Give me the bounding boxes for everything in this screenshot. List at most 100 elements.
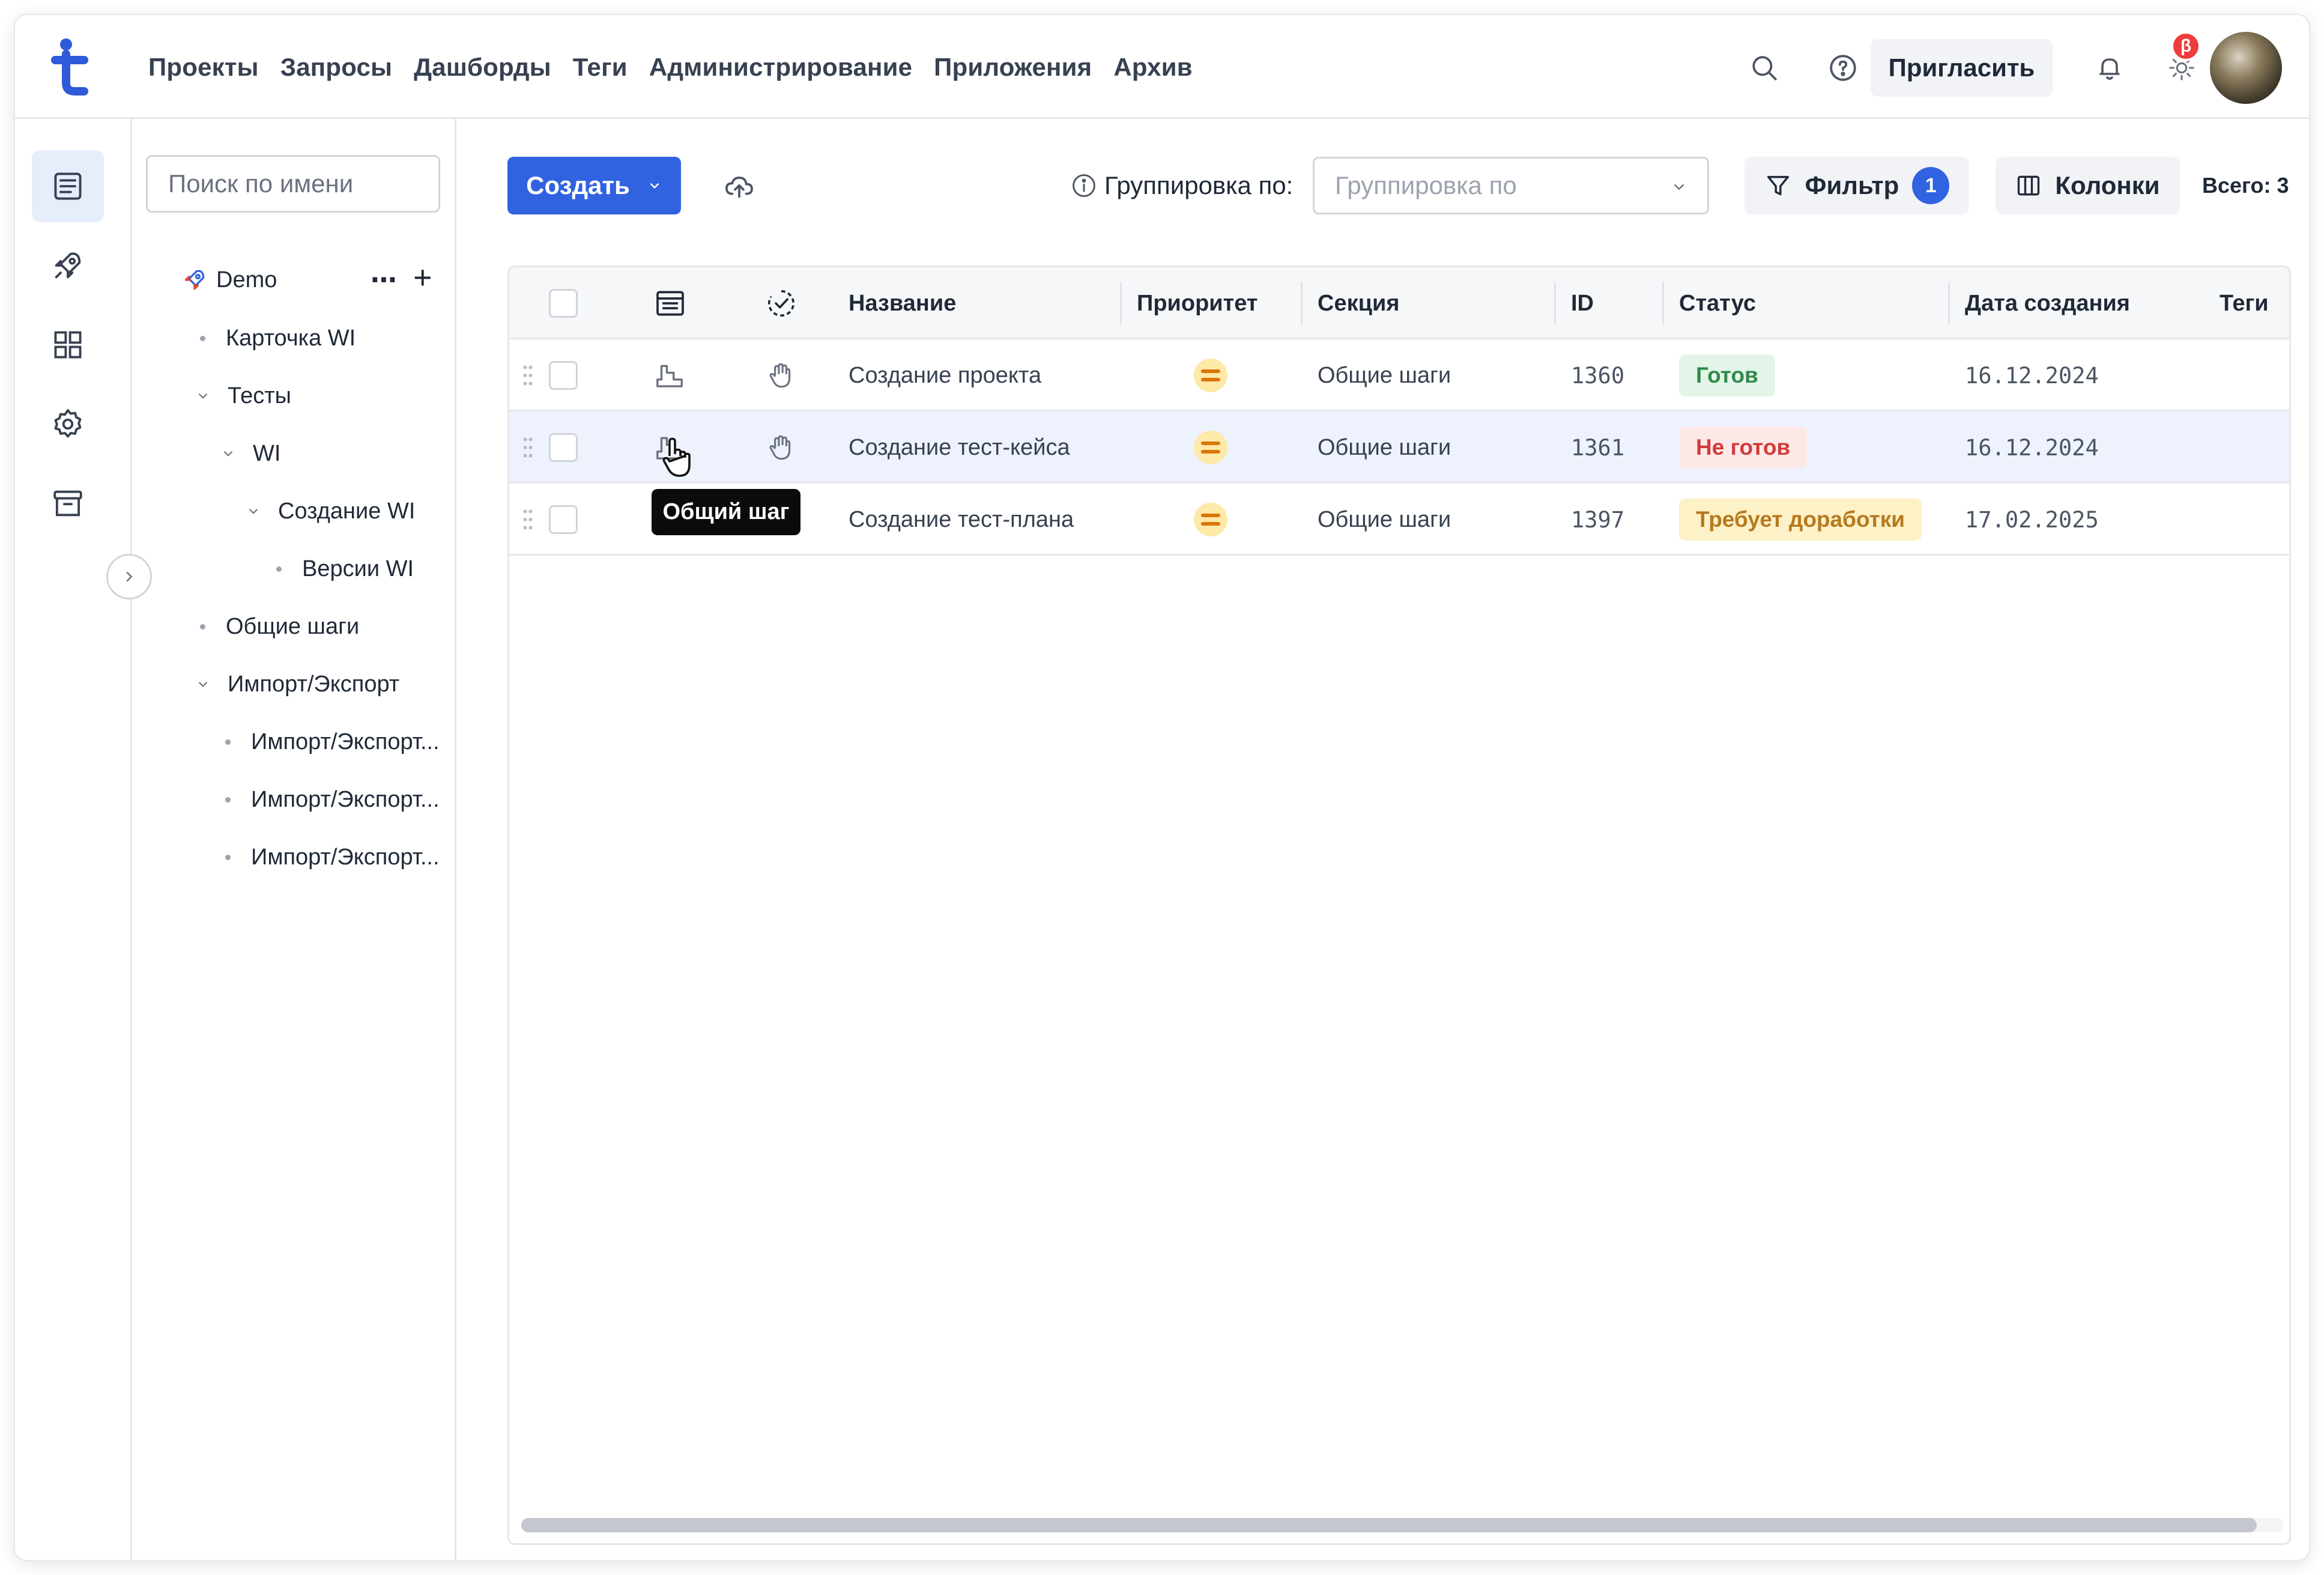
row-created: 17.02.2025 xyxy=(1965,506,2099,533)
row-status: Не готов xyxy=(1679,411,1808,484)
table-row[interactable]: Создание проекта Общие шаги 1360 Готов 1… xyxy=(509,339,2289,411)
group-by-label: Группировка по: xyxy=(1071,157,1293,214)
avatar[interactable] xyxy=(2210,32,2282,104)
tree-item[interactable]: Создание WI xyxy=(246,490,415,532)
columns-label: Колонки xyxy=(2055,171,2160,199)
tree-item-label: Импорт/Экспорт xyxy=(228,671,400,697)
row-id: 1397 xyxy=(1571,506,1625,533)
column-separator[interactable] xyxy=(1554,282,1556,325)
chevron-down-icon[interactable] xyxy=(195,676,213,692)
column-separator[interactable] xyxy=(1662,282,1664,325)
nav-item-apps[interactable]: Приложения xyxy=(934,53,1092,82)
tree-search-input[interactable]: Поиск по имени xyxy=(146,155,440,213)
tree-add-icon[interactable]: + xyxy=(413,256,432,299)
column-separator[interactable] xyxy=(1301,282,1303,325)
select-all-checkbox[interactable] xyxy=(549,289,578,318)
column-header-id[interactable]: ID xyxy=(1571,267,1594,339)
top-bar: Проекты Запросы Дашборды Теги Администри… xyxy=(15,15,2309,119)
row-name[interactable]: Создание проекта xyxy=(849,339,1041,411)
tree-item[interactable]: Импорт/Экспорт... xyxy=(225,836,440,878)
scrollbar-thumb[interactable] xyxy=(521,1518,2257,1532)
group-by-select[interactable]: Группировка по xyxy=(1313,157,1709,214)
tree-item[interactable]: Импорт/Экспорт... xyxy=(225,721,440,763)
filter-icon xyxy=(1767,175,1789,196)
create-button[interactable]: Создать xyxy=(507,157,681,214)
status-column-icon[interactable] xyxy=(765,267,797,339)
column-header-name[interactable]: Название xyxy=(849,267,956,339)
nav-item-dashboards[interactable]: Дашборды xyxy=(414,53,551,82)
row-checkbox[interactable] xyxy=(549,433,578,462)
rail-dashboard-icon[interactable] xyxy=(32,309,104,381)
row-status: Готов xyxy=(1679,339,1775,411)
group-by-placeholder: Группировка по xyxy=(1335,171,1517,199)
bell-icon[interactable] xyxy=(2094,52,2125,83)
column-header-priority[interactable]: Приоритет xyxy=(1137,267,1258,339)
tooltip: Общий шаг xyxy=(652,489,800,535)
row-checkbox[interactable] xyxy=(549,505,578,534)
tree-project-root[interactable]: Demo xyxy=(181,259,277,301)
invite-button[interactable]: Пригласить xyxy=(1871,39,2053,97)
tree-item-label: Импорт/Экспорт... xyxy=(251,844,440,870)
nav-item-archive[interactable]: Архив xyxy=(1113,53,1192,82)
nav-item-projects[interactable]: Проекты xyxy=(148,53,259,82)
bullet-icon xyxy=(276,566,282,572)
nav-item-requests[interactable]: Запросы xyxy=(280,53,392,82)
create-button-label: Создать xyxy=(526,171,630,199)
tree-item-label: Общие шаги xyxy=(226,613,360,639)
upload-icon[interactable] xyxy=(722,170,756,204)
chevron-down-icon[interactable] xyxy=(195,388,213,404)
drag-handle-icon[interactable] xyxy=(522,365,533,386)
chevron-down-icon[interactable] xyxy=(220,446,238,461)
logo-icon[interactable] xyxy=(48,38,96,96)
tree-item[interactable]: Версии WI xyxy=(276,548,414,590)
filter-count-badge: 1 xyxy=(1912,167,1950,204)
drag-handle-icon[interactable] xyxy=(522,509,533,530)
tree-item[interactable]: Карточка WI xyxy=(200,317,356,359)
chevron-down-icon[interactable] xyxy=(246,503,264,519)
row-section: Общие шаги xyxy=(1318,362,1451,388)
column-separator[interactable] xyxy=(1120,282,1122,325)
type-column-icon[interactable] xyxy=(653,267,687,339)
rail-list-icon[interactable] xyxy=(32,150,104,222)
drag-handle-icon[interactable] xyxy=(522,437,533,458)
column-header-tags[interactable]: Теги xyxy=(2220,267,2269,339)
sidebar-toggle-button[interactable] xyxy=(106,554,152,599)
column-header-created[interactable]: Дата создания xyxy=(1965,267,2130,339)
manual-hand-icon xyxy=(765,339,795,411)
horizontal-scrollbar[interactable] xyxy=(521,1518,2284,1532)
row-checkbox[interactable] xyxy=(549,361,578,390)
filter-button[interactable]: Фильтр 1 xyxy=(1745,157,1969,214)
column-separator[interactable] xyxy=(1948,282,1950,325)
tree-item[interactable]: Тесты xyxy=(195,375,291,417)
nav-item-tags[interactable]: Теги xyxy=(573,53,628,82)
help-icon[interactable] xyxy=(1827,52,1859,83)
column-header-section[interactable]: Секция xyxy=(1318,267,1400,339)
tree-item[interactable]: Общие шаги xyxy=(200,605,359,648)
status-badge: Готов xyxy=(1679,354,1775,396)
tree-item-label: Импорт/Экспорт... xyxy=(251,729,440,754)
rail-gear-icon[interactable] xyxy=(32,388,104,460)
table-header: Название Приоритет Секция ID Статус Дата… xyxy=(509,267,2289,339)
columns-button[interactable]: Колонки xyxy=(1996,157,2180,214)
left-rail xyxy=(15,119,132,1560)
table-row[interactable]: Создание тест-кейса Общие шаги 1361 Не г… xyxy=(509,411,2289,484)
row-name[interactable]: Создание тест-плана xyxy=(849,484,1074,556)
shared-step-icon[interactable] xyxy=(653,339,686,411)
chevron-down-icon xyxy=(1674,184,1684,190)
priority-medium-icon xyxy=(1194,503,1227,536)
tree-item-label: Версии WI xyxy=(302,556,414,581)
info-icon[interactable] xyxy=(1071,172,1097,199)
rail-rocket-icon[interactable] xyxy=(32,229,104,302)
tree-item[interactable]: Импорт/Экспорт xyxy=(195,663,399,705)
row-name[interactable]: Создание тест-кейса xyxy=(849,411,1070,484)
tree-item[interactable]: WI xyxy=(220,432,280,475)
column-header-status[interactable]: Статус xyxy=(1679,267,1756,339)
priority-medium-icon xyxy=(1194,359,1227,392)
tree-more-icon[interactable]: ⋯ xyxy=(371,259,398,301)
row-created: 16.12.2024 xyxy=(1965,434,2099,461)
nav-item-admin[interactable]: Администрирование xyxy=(649,53,912,82)
rail-archive-icon[interactable] xyxy=(32,467,104,539)
tree-item-label: Карточка WI xyxy=(226,325,356,351)
search-icon[interactable] xyxy=(1749,52,1780,83)
tree-item[interactable]: Импорт/Экспорт... xyxy=(225,778,440,821)
